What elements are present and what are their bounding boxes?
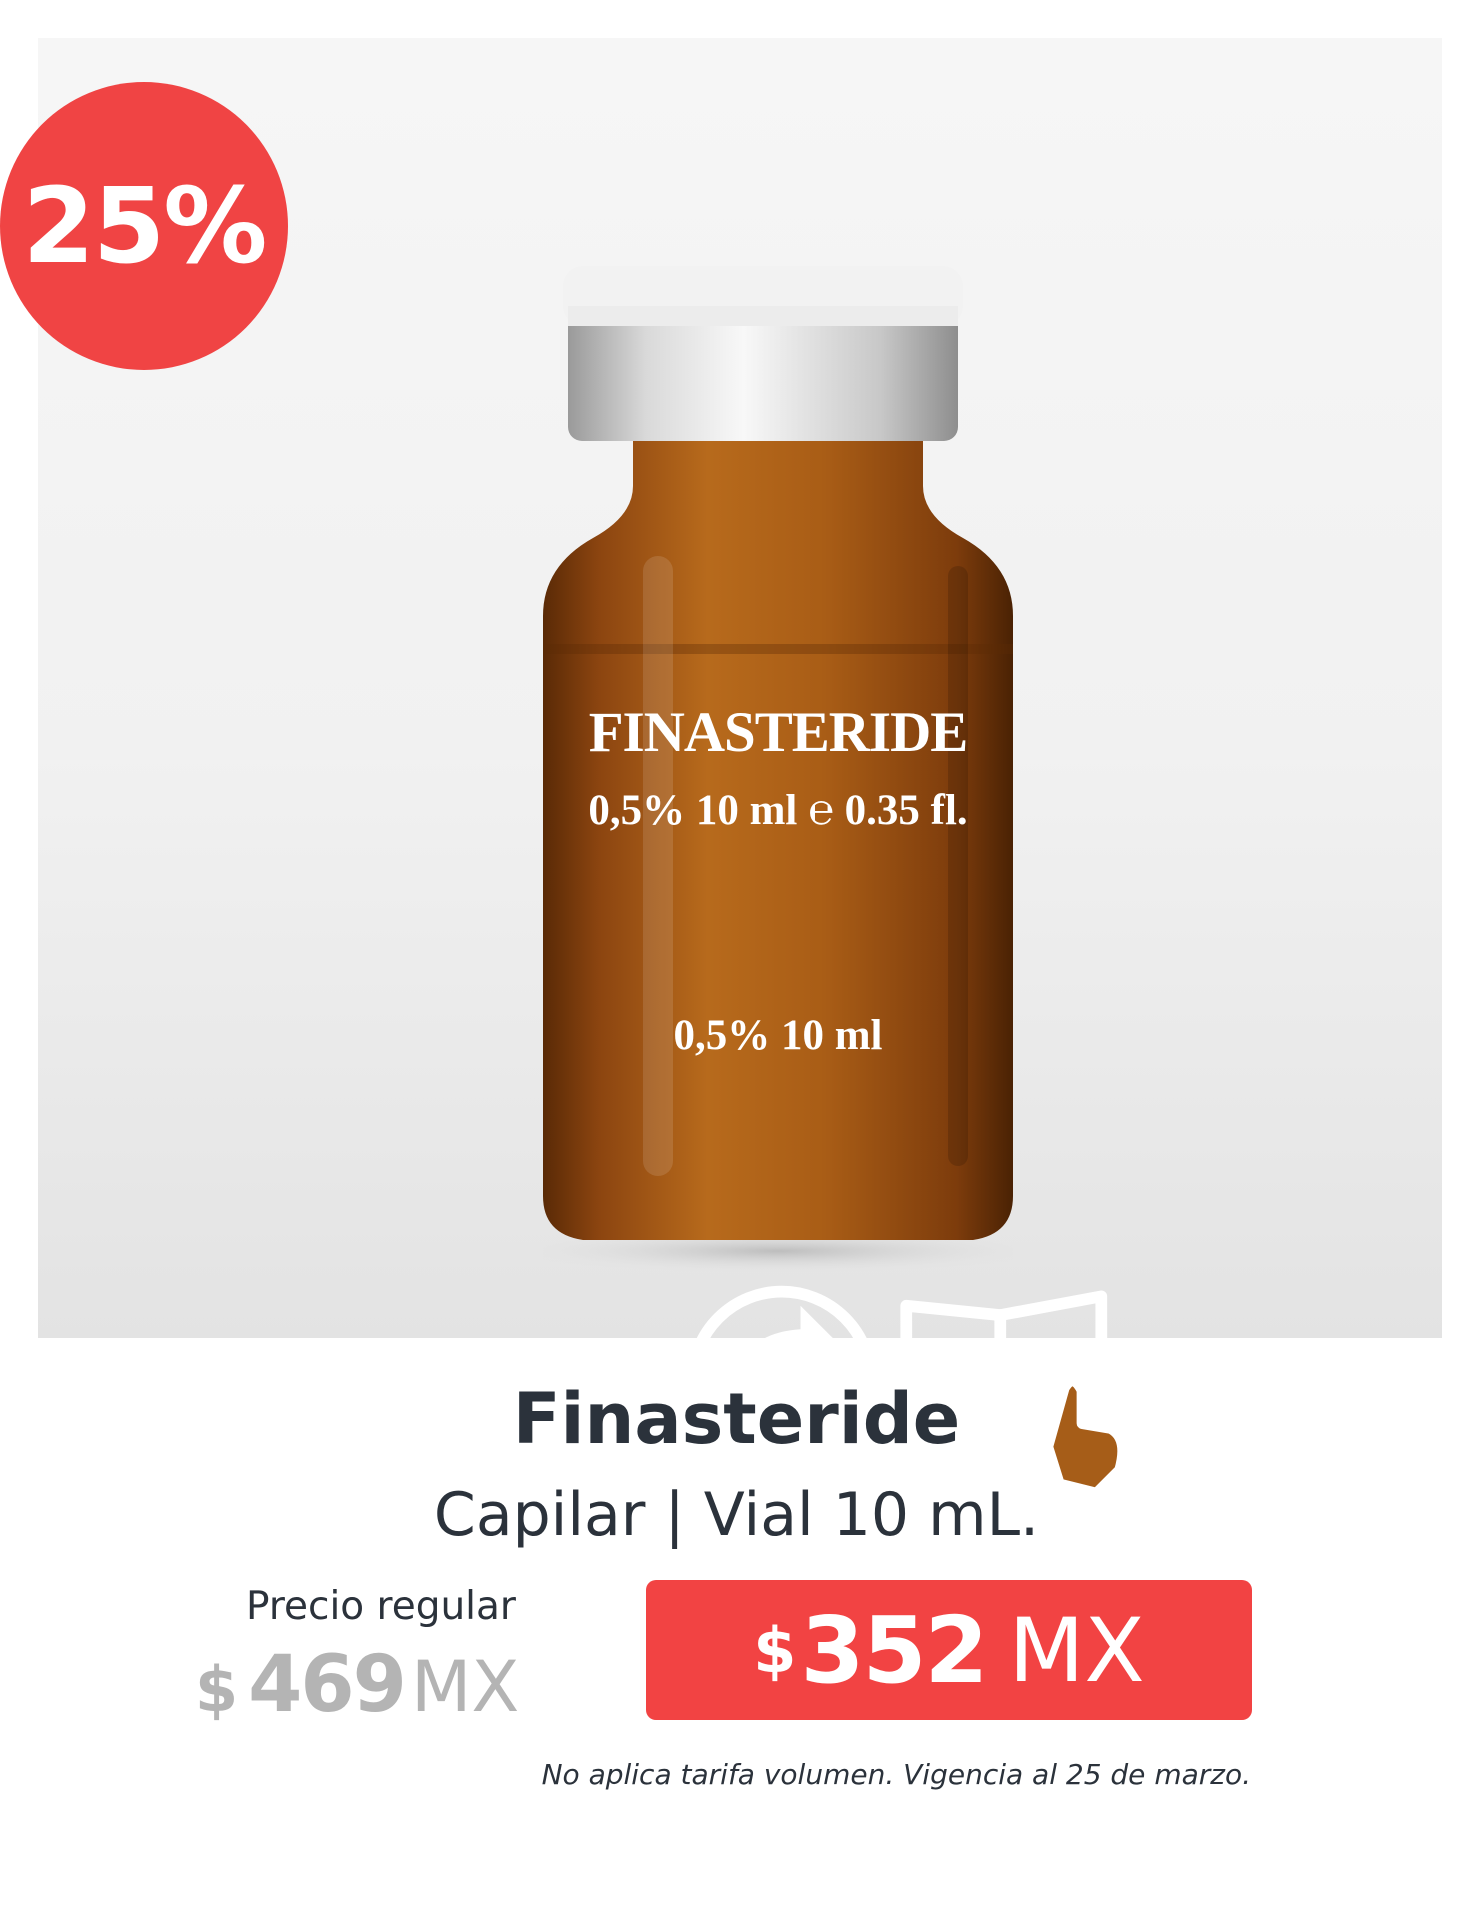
sale-price-amount: 352 xyxy=(800,1596,988,1704)
vial-label-spec: 0,5% 10 ml ℮ 0.35 fl. xyxy=(588,787,968,834)
vial-label-volume: 0,5% 10 ml xyxy=(673,1012,883,1059)
regular-price-amount: 469 xyxy=(248,1640,407,1730)
regular-price-currency: $ xyxy=(195,1653,239,1726)
product-title: Finasteride xyxy=(512,1378,961,1460)
vial-illustration: FINASTERIDE 0,5% 10 ml ℮ 0.35 fl. 0,5% 1… xyxy=(543,266,1130,1500)
sale-price-box: $352 MX xyxy=(646,1580,1252,1720)
discount-badge: 25% xyxy=(0,82,288,370)
regular-price: $469MX xyxy=(195,1640,519,1730)
vial-label-title: FINASTERIDE xyxy=(588,701,969,764)
regular-price-unit: MX xyxy=(410,1646,520,1728)
disclaimer: No aplica tarifa volumen. Vigencia al 25… xyxy=(541,1758,1251,1791)
regular-price-label: Precio regular xyxy=(246,1584,516,1629)
vial-label-icons xyxy=(683,878,1130,1500)
product-subtitle: Capilar | Vial 10 mL. xyxy=(433,1480,1040,1550)
sale-price-currency: $ xyxy=(753,1613,797,1687)
sale-price-unit: MX xyxy=(1008,1598,1145,1702)
